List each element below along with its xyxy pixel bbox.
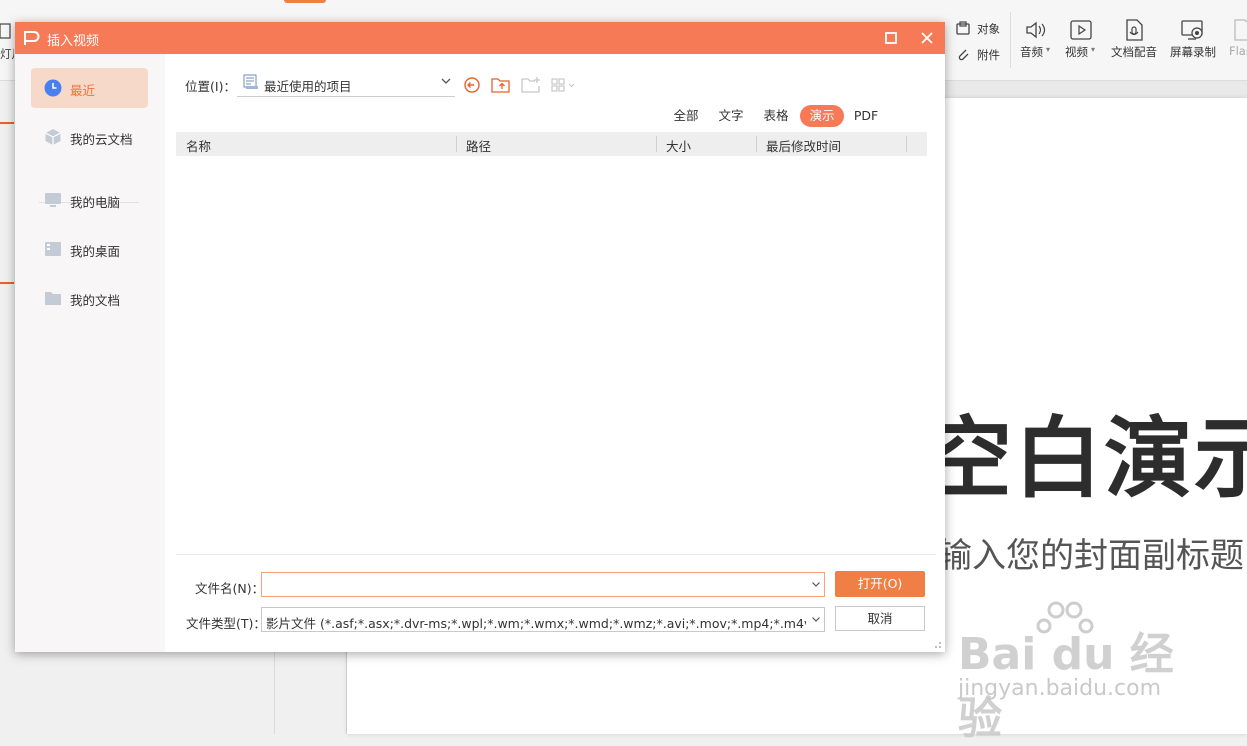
- view-mode-icon[interactable]: [550, 75, 578, 95]
- watermark-url: jingyan.baidu.com: [958, 676, 1162, 701]
- back-icon[interactable]: [461, 75, 483, 95]
- file-list[interactable]: [176, 156, 927, 552]
- dialog-titlebar[interactable]: 插入视频: [15, 22, 945, 54]
- baidu-jingyan-watermark: Bai du 经验 jingyan.baidu.com: [958, 598, 1198, 744]
- footer-divider: [176, 554, 936, 555]
- resize-grip-icon[interactable]: [932, 639, 942, 649]
- column-divider[interactable]: [906, 136, 907, 152]
- sidebar-item-label: 最近: [70, 83, 96, 98]
- sidebar-item-label: 我的电脑: [70, 195, 121, 210]
- column-divider[interactable]: [756, 136, 757, 152]
- sidebar-item-desktop[interactable]: 我的桌面: [31, 229, 148, 269]
- screen-record-button[interactable]: 屏幕录制: [1170, 44, 1216, 60]
- dialog-title: 插入视频: [47, 34, 100, 49]
- column-header-size[interactable]: 大小: [666, 136, 691, 155]
- ribbon-tab-active[interactable]: [284, 0, 326, 3]
- insert-video-dialog: 插入视频 最近 我的云文档 我的电脑 我的桌面 我的文档 位置(I)： 最近使用…: [15, 22, 945, 652]
- filter-tab-spreadsheet[interactable]: 表格: [759, 105, 793, 127]
- filetype-label: 文件类型(T)：: [186, 616, 266, 631]
- slide-subtitle[interactable]: 输入您的封面副标题: [938, 528, 1244, 577]
- filetype-value: 影片文件 (*.asf;*.asx;*.dvr-ms;*.wpl;*.wm;*.…: [266, 616, 806, 631]
- attachment-icon: [958, 49, 969, 61]
- new-folder-icon[interactable]: [520, 75, 542, 95]
- up-folder-icon[interactable]: [490, 75, 512, 95]
- sidebar-item-my-documents[interactable]: 我的文档: [31, 278, 148, 318]
- audio-dropdown-icon[interactable]: ▾: [1046, 45, 1050, 54]
- slide-title[interactable]: 空白演示: [924, 388, 1247, 515]
- location-value: 最近使用的项目: [264, 79, 352, 94]
- sidebar-item-label: 我的云文档: [70, 132, 133, 147]
- filename-input[interactable]: [261, 572, 825, 597]
- dialog-sidebar: 最近 我的云文档 我的电脑 我的桌面 我的文档: [15, 54, 165, 652]
- flash-icon: [1234, 19, 1247, 41]
- folder-icon: [45, 292, 61, 305]
- sidebar-item-recent[interactable]: 最近: [31, 68, 148, 108]
- thumbnail-selection-marker: [0, 122, 14, 124]
- video-button[interactable]: 视频: [1065, 44, 1088, 60]
- new-slide-icon: [0, 23, 11, 39]
- doc-dubbing-button[interactable]: 文档配音: [1111, 44, 1157, 60]
- recent-items-icon: [243, 74, 258, 89]
- desktop-icon: [45, 242, 61, 256]
- chevron-down-icon[interactable]: [811, 579, 821, 589]
- sidebar-item-cloud-docs[interactable]: 我的云文档: [31, 117, 148, 157]
- left-panel-edge: 灯片: [0, 20, 14, 70]
- sidebar-item-label: 我的文档: [70, 293, 121, 308]
- column-divider[interactable]: [656, 136, 657, 152]
- sidebar-item-label: 我的桌面: [70, 244, 121, 259]
- ribbon-divider: [1010, 12, 1011, 68]
- new-slide-label[interactable]: 灯片: [0, 46, 14, 62]
- location-select[interactable]: 最近使用的项目: [237, 69, 455, 97]
- computer-icon: [45, 193, 61, 207]
- filter-tab-writer[interactable]: 文字: [714, 105, 748, 127]
- object-button[interactable]: 对象: [977, 21, 1000, 37]
- video-icon: [1070, 20, 1092, 40]
- audio-icon: [1026, 21, 1046, 39]
- screen-record-icon: [1181, 20, 1203, 40]
- audio-button[interactable]: 音频: [1020, 44, 1043, 60]
- video-dropdown-icon[interactable]: ▾: [1091, 45, 1095, 54]
- location-label: 位置(I)：: [185, 79, 236, 94]
- maximize-icon[interactable]: [881, 29, 901, 47]
- column-divider[interactable]: [456, 136, 457, 152]
- clock-icon: [44, 79, 62, 97]
- filter-tab-pdf[interactable]: PDF: [851, 105, 881, 127]
- doc-dubbing-icon: [1126, 19, 1143, 41]
- column-header-path[interactable]: 路径: [466, 136, 491, 155]
- chevron-down-icon: [812, 617, 820, 622]
- wps-presentation-logo-icon: [24, 31, 40, 45]
- thumbnail-selection-marker: [0, 282, 14, 284]
- filter-tab-presentation[interactable]: 演示: [800, 105, 844, 127]
- cancel-button[interactable]: 取消: [835, 606, 925, 631]
- filetype-select[interactable]: 影片文件 (*.asf;*.asx;*.dvr-ms;*.wpl;*.wm;*.…: [261, 607, 825, 632]
- cloud-doc-icon: [45, 129, 61, 145]
- object-icon: [956, 21, 970, 35]
- file-table-header: 名称 路径 大小 最后修改时间: [176, 132, 927, 156]
- flash-button[interactable]: Flas: [1229, 44, 1247, 58]
- chevron-down-icon: [441, 78, 451, 84]
- close-icon[interactable]: [917, 28, 937, 48]
- attachment-button[interactable]: 附件: [977, 47, 1000, 63]
- column-header-name[interactable]: 名称: [186, 136, 211, 155]
- column-header-modified[interactable]: 最后修改时间: [766, 136, 841, 155]
- sidebar-item-my-computer[interactable]: 我的电脑: [31, 180, 148, 220]
- filter-tab-all[interactable]: 全部: [669, 105, 703, 127]
- open-button[interactable]: 打开(O): [835, 571, 925, 597]
- filename-label: 文件名(N)：: [195, 581, 265, 596]
